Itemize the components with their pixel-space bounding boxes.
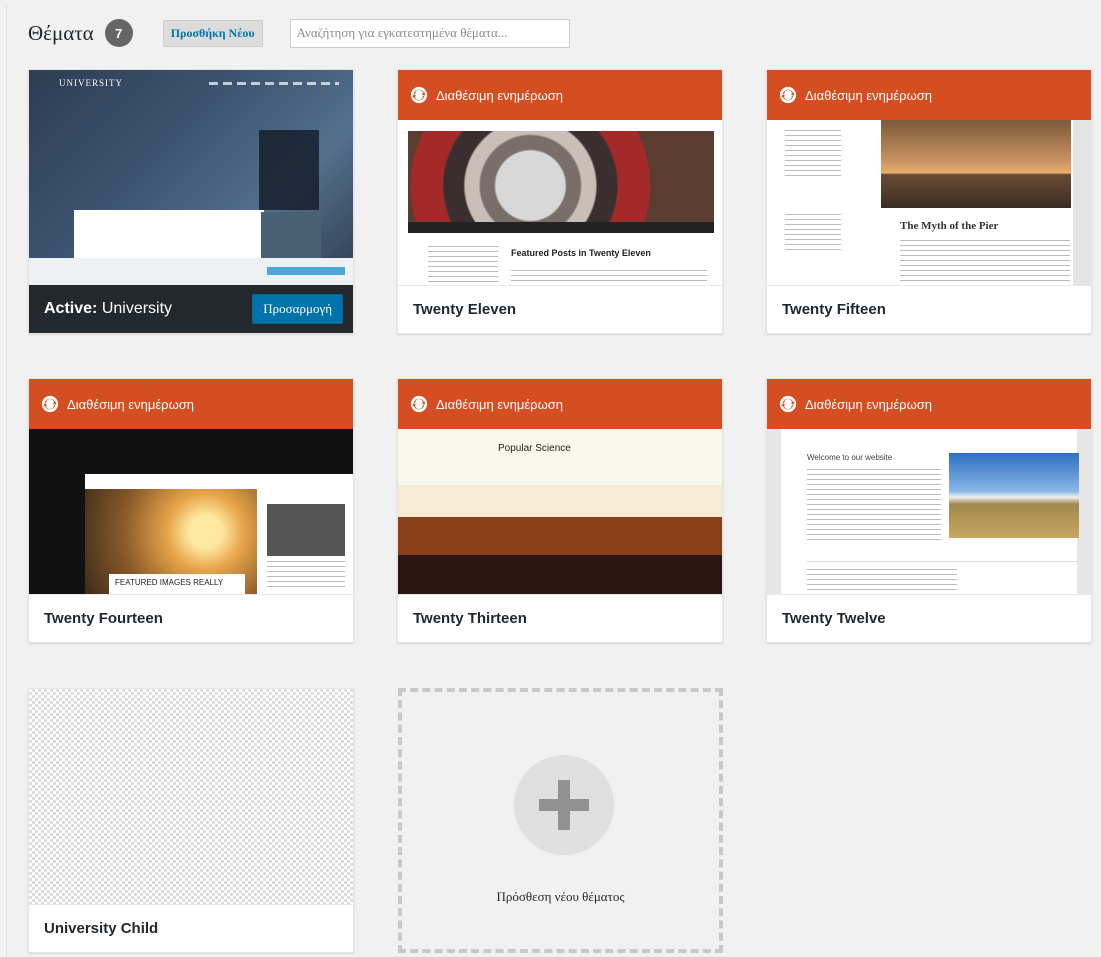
theme-screenshot: Διαθέσιμη ενημέρωση Popular Science	[398, 379, 722, 596]
theme-screenshot-placeholder	[29, 689, 353, 906]
theme-name: University Child	[44, 920, 159, 937]
theme-name-bar: Twenty Thirteen	[398, 594, 722, 642]
update-refresh-icon	[779, 395, 797, 413]
add-new-theme-label: Πρόσθεση νέου θέματος	[496, 889, 625, 904]
theme-name-bar: Active: University Προσαρμογή	[29, 285, 353, 333]
shot-title: Featured Posts in Twenty Eleven	[511, 248, 651, 258]
update-refresh-icon	[41, 395, 59, 413]
update-available-notice[interactable]: Διαθέσιμη ενημέρωση	[29, 379, 353, 429]
theme-name-bar: University Child	[29, 904, 353, 952]
update-label: Διαθέσιμη ενημέρωση	[436, 396, 563, 412]
theme-name: University	[101, 300, 173, 317]
theme-name: Twenty Fifteen	[782, 301, 886, 318]
shot-title: Popular Science	[498, 443, 571, 454]
theme-name: Twenty Fourteen	[44, 610, 163, 627]
theme-name-bar: Twenty Eleven	[398, 285, 722, 333]
customize-button[interactable]: Προσαρμογή	[252, 294, 343, 324]
add-new-theme-button[interactable]: Προσθήκη Νέου	[162, 19, 263, 47]
update-refresh-icon	[410, 395, 428, 413]
add-new-theme-card[interactable]: Πρόσθεση νέου θέματος	[398, 688, 723, 953]
update-label: Διαθέσιμη ενημέρωση	[805, 87, 932, 103]
theme-card-university-child[interactable]: University Child	[28, 688, 354, 953]
theme-screenshot: Διαθέσιμη ενημέρωση The Myth of the Pier	[767, 70, 1091, 287]
theme-screenshot: UNIVERSITY	[29, 70, 353, 287]
theme-card-twenty-eleven[interactable]: Διαθέσιμη ενημέρωση Featured Posts in Tw…	[397, 69, 723, 334]
search-installed-themes-input[interactable]	[289, 18, 570, 48]
theme-screenshot: Διαθέσιμη ενημέρωση Welcome to our websi…	[767, 379, 1091, 596]
active-label: Active:	[44, 300, 98, 317]
theme-card-twenty-twelve[interactable]: Διαθέσιμη ενημέρωση Welcome to our websi…	[766, 378, 1092, 643]
update-available-notice[interactable]: Διαθέσιμη ενημέρωση	[398, 70, 722, 120]
shot-title: The Myth of the Pier	[900, 220, 999, 232]
update-available-notice[interactable]: Διαθέσιμη ενημέρωση	[767, 379, 1091, 429]
theme-card-twenty-fourteen[interactable]: Διαθέσιμη ενημέρωση FEATURED IMAGES REAL…	[28, 378, 354, 643]
plus-icon	[514, 755, 614, 855]
themes-header: Θέματα 7 Προσθήκη Νέου	[28, 17, 570, 49]
update-label: Διαθέσιμη ενημέρωση	[436, 87, 563, 103]
update-available-notice[interactable]: Διαθέσιμη ενημέρωση	[767, 70, 1091, 120]
shot-title: Welcome to our website	[807, 453, 893, 462]
update-refresh-icon	[779, 86, 797, 104]
theme-name: Twenty Twelve	[782, 610, 886, 627]
theme-card-university[interactable]: UNIVERSITY Active: University Προσαρμογή	[28, 69, 354, 334]
theme-name: Twenty Thirteen	[413, 610, 527, 627]
update-label: Διαθέσιμη ενημέρωση	[805, 396, 932, 412]
theme-name: Twenty Eleven	[413, 301, 517, 318]
update-available-notice[interactable]: Διαθέσιμη ενημέρωση	[398, 379, 722, 429]
theme-screenshot: Διαθέσιμη ενημέρωση FEATURED IMAGES REAL…	[29, 379, 353, 596]
theme-screenshot: Διαθέσιμη ενημέρωση Featured Posts in Tw…	[398, 70, 722, 287]
theme-name-bar: Twenty Fourteen	[29, 594, 353, 642]
theme-count-badge: 7	[104, 19, 133, 47]
shot-title: FEATURED IMAGES REALLY	[109, 574, 245, 596]
page-title: Θέματα	[28, 20, 94, 45]
theme-card-twenty-fifteen[interactable]: Διαθέσιμη ενημέρωση The Myth of the Pier…	[766, 69, 1092, 334]
theme-name-bar: Twenty Fifteen	[767, 285, 1091, 333]
update-label: Διαθέσιμη ενημέρωση	[67, 396, 194, 412]
theme-card-twenty-thirteen[interactable]: Διαθέσιμη ενημέρωση Popular Science Twen…	[397, 378, 723, 643]
update-refresh-icon	[410, 86, 428, 104]
theme-logo-text: UNIVERSITY	[59, 78, 123, 88]
theme-name-bar: Twenty Twelve	[767, 594, 1091, 642]
